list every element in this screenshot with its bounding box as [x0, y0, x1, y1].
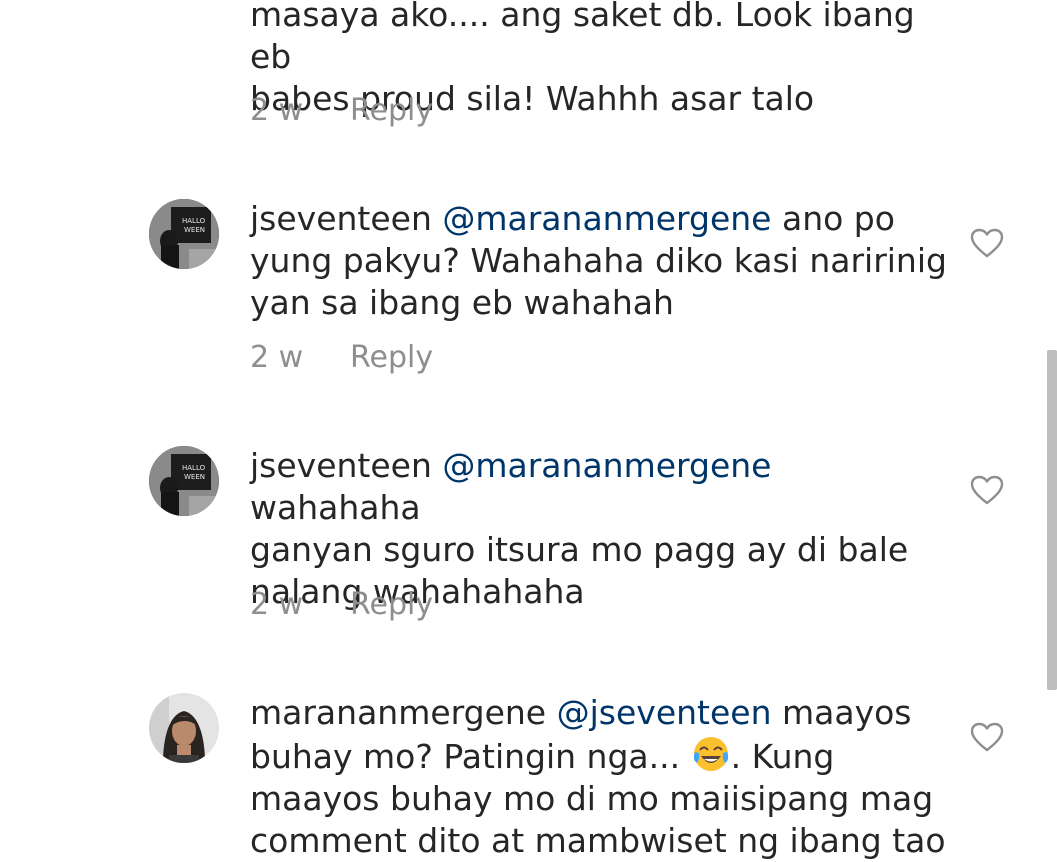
comment-text: jseventeen @marananmergene ano po yung p…: [250, 198, 950, 324]
svg-text:WEEN: WEEN: [184, 226, 205, 234]
comment-meta: 2 w Reply: [250, 338, 433, 378]
comment-text-first: maayos: [771, 693, 912, 732]
comment-username[interactable]: jseventeen: [250, 446, 432, 485]
comment-mention[interactable]: @marananmergene: [442, 446, 771, 485]
comment-text-line: masaya ako.... ang saket db. Look ibang …: [250, 0, 915, 76]
comment-meta: 2 w Reply: [250, 585, 433, 625]
halloween-avatar-icon: HALLO WEEN: [149, 446, 219, 516]
comment-timestamp: 2 w: [250, 587, 304, 622]
reply-button[interactable]: Reply: [350, 340, 433, 375]
comment-text: marananmergene @jseventeen maayos buhay …: [250, 692, 950, 862]
comment-text-line: . Kung: [730, 737, 835, 776]
reply-button[interactable]: Reply: [350, 93, 433, 128]
svg-text:HALLO: HALLO: [182, 464, 206, 472]
avatar[interactable]: [149, 693, 219, 763]
svg-text:WEEN: WEEN: [184, 473, 205, 481]
comment-text-first: wahahaha: [250, 488, 421, 527]
comment-text-rest: yung pakyu? Wahahaha diko kasi naririnig…: [250, 241, 947, 322]
comment-mention[interactable]: @jseventeen: [557, 693, 772, 732]
comment-meta: 2 w Reply: [250, 91, 433, 131]
scrollbar[interactable]: [1047, 350, 1057, 690]
avatar[interactable]: HALLO WEEN: [149, 199, 219, 269]
comment-timestamp: 2 w: [250, 93, 304, 128]
comment-timestamp: 2 w: [250, 340, 304, 375]
comment-text-first: ano po: [771, 199, 895, 238]
heart-outline-icon[interactable]: [970, 475, 1004, 505]
avatar[interactable]: HALLO WEEN: [149, 446, 219, 516]
heart-outline-icon[interactable]: [970, 228, 1004, 258]
comment-mention[interactable]: @marananmergene: [442, 199, 771, 238]
comment-username[interactable]: jseventeen: [250, 199, 432, 238]
heart-outline-icon[interactable]: [970, 722, 1004, 752]
comment-text-line: buhay mo? Patingin nga...: [250, 737, 691, 776]
comment-thread: masaya ako.... ang saket db. Look ibang …: [0, 0, 1057, 860]
face-with-tears-of-joy-emoji-icon: [693, 737, 728, 771]
comment-text-line: maayos buhay mo di mo maiisipang mag: [250, 779, 934, 818]
svg-text:HALLO: HALLO: [182, 217, 206, 225]
halloween-avatar-icon: HALLO WEEN: [149, 199, 219, 269]
comment-username[interactable]: marananmergene: [250, 693, 546, 732]
reply-button[interactable]: Reply: [350, 587, 433, 622]
girl-portrait-avatar-icon: [149, 693, 219, 763]
